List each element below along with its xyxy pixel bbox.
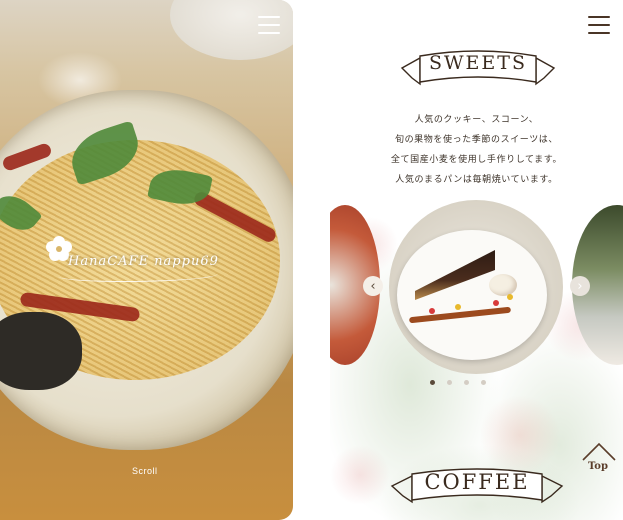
sweets-intro: 人気のクッキー、スコーン、 旬の果物を使った季節のスイーツは、 全て国産小麦を使… (330, 110, 623, 190)
berry-garnish (455, 304, 461, 310)
ice-cream (489, 274, 517, 296)
scroll-indicator[interactable]: Scroll (132, 466, 158, 476)
intro-line: 旬の果物を使った季節のスイーツは、 (394, 135, 559, 145)
carousel-dot[interactable] (481, 380, 486, 385)
carousel-next-button[interactable]: › (570, 276, 590, 296)
carousel-dots (430, 380, 486, 385)
intro-line: 全て国産小麦を使用し手作りしてます。 (390, 155, 563, 165)
intro-line: 人気のまるパンは毎朝焼いています。 (395, 175, 558, 185)
sweets-heading: SWEETS (429, 52, 527, 74)
intro-line: 人気のクッキー、スコーン、 (414, 115, 539, 125)
back-to-top-label[interactable]: Top (588, 461, 608, 472)
sweets-screen: SWEETS 人気のクッキー、スコーン、 旬の果物を使った季節のスイーツは、 全… (330, 0, 623, 520)
berry-garnish (429, 308, 435, 314)
carousel-dot[interactable] (430, 380, 435, 385)
logo-swash (58, 268, 218, 282)
coffee-heading-banner: COFFEE (388, 458, 566, 514)
logo-text: HanaCAFE nappu69 (68, 254, 219, 269)
cafe-logo: HanaCAFE nappu69 (44, 234, 254, 284)
hamburger-menu-icon[interactable] (588, 16, 610, 34)
chevron-up-icon (582, 442, 616, 461)
berry-garnish (507, 294, 513, 300)
hamburger-menu-icon[interactable] (258, 16, 280, 34)
carousel-slide-active[interactable] (389, 200, 563, 374)
coffee-heading: COFFEE (424, 470, 530, 494)
carousel-dot[interactable] (447, 380, 452, 385)
chevron-right-icon: › (577, 278, 583, 294)
hero-screen: HanaCAFE nappu69 Scroll (0, 0, 293, 520)
berry-garnish (493, 300, 499, 306)
carousel-dot[interactable] (464, 380, 469, 385)
sweets-heading-banner: SWEETS (398, 40, 558, 96)
chevron-left-icon: ‹ (370, 278, 376, 294)
olive-garnish (0, 312, 82, 390)
carousel-prev-button[interactable]: ‹ (363, 276, 383, 296)
